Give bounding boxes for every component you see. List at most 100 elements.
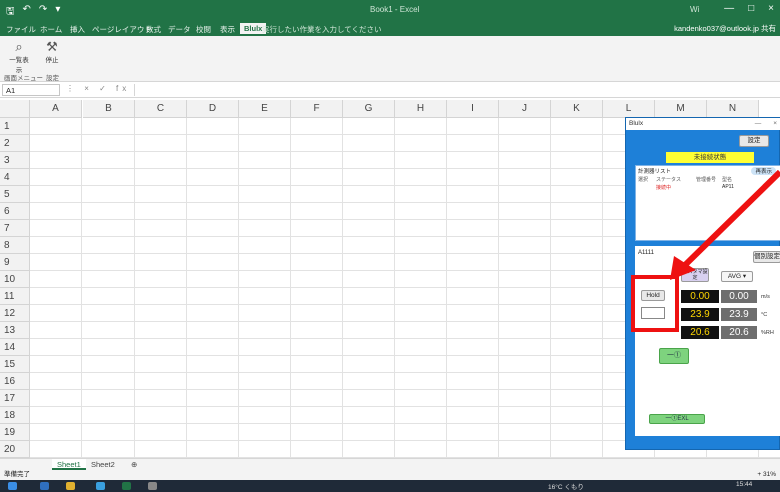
user-initials[interactable]: Wi <box>690 5 699 14</box>
column-header-l[interactable]: L <box>603 100 655 118</box>
row-header-20[interactable]: 20 <box>0 441 30 458</box>
column-gridline <box>134 118 135 460</box>
column-header-k[interactable]: K <box>551 100 603 118</box>
status-ready: 準備完了 <box>4 471 30 478</box>
row-header-17[interactable]: 17 <box>0 390 30 407</box>
tab-formulas[interactable]: 数式 <box>146 24 161 35</box>
row-header-5[interactable]: 5 <box>0 186 30 203</box>
row-header-15[interactable]: 15 <box>0 356 30 373</box>
column-header-m[interactable]: M <box>655 100 707 118</box>
row-header-14[interactable]: 14 <box>0 339 30 356</box>
tab-file[interactable]: ファイル <box>6 24 36 35</box>
ribbon-group-settings: 設定 <box>46 75 59 82</box>
column-header-e[interactable]: E <box>239 100 291 118</box>
weather-label[interactable]: 16°C くもり <box>548 481 584 491</box>
column-gridline <box>446 118 447 460</box>
minimize-button[interactable]: — <box>724 3 734 14</box>
reading-unit-1: m/s <box>761 294 770 300</box>
column-header-d[interactable]: D <box>187 100 239 118</box>
sheet-tab-2[interactable]: Sheet2 <box>86 459 120 470</box>
add-sheet-button[interactable]: ⊕ <box>126 459 142 470</box>
connection-status-button[interactable]: 未接続状態 <box>666 152 754 163</box>
file-explorer-icon[interactable] <box>66 482 75 490</box>
clock[interactable]: 15:44 <box>736 481 752 488</box>
sheet-tab-1[interactable]: Sheet1 <box>52 459 86 470</box>
column-header-b[interactable]: B <box>83 100 135 118</box>
tell-me-search[interactable]: 実行したい作業を入力してください <box>262 24 382 35</box>
column-header-g[interactable]: G <box>343 100 395 118</box>
tab-page-layout[interactable]: ページレイアウト <box>92 24 152 35</box>
tab-home[interactable]: ホーム <box>40 24 62 35</box>
formula-icons: ⋮ × ✓ fx <box>66 84 131 93</box>
row-header-13[interactable]: 13 <box>0 322 30 339</box>
row-header-4[interactable]: 4 <box>0 169 30 186</box>
redo-icon[interactable]: ↷ <box>39 4 47 21</box>
row-header-8[interactable]: 8 <box>0 237 30 254</box>
row-header-7[interactable]: 7 <box>0 220 30 237</box>
account-email[interactable]: kandenko037@outlook.jp 共有 <box>674 23 776 34</box>
reading-value-3: 20.6 <box>681 326 719 339</box>
name-box[interactable]: A1 <box>2 84 60 96</box>
excel-export-button[interactable]: 一①EXL <box>649 414 705 424</box>
column-header-n[interactable]: N <box>707 100 759 118</box>
ribbon-tabs: ファイル ホーム 挿入 ページレイアウト 数式 データ 校閲 表示 Blulx … <box>0 22 780 36</box>
fx-icon[interactable]: fx <box>116 84 130 93</box>
dialog-close-button[interactable]: × <box>773 118 777 130</box>
row-header-3[interactable]: 3 <box>0 152 30 169</box>
windows-start-icon[interactable] <box>8 482 17 490</box>
list-view-button[interactable]: ⌕ 一覧表示 <box>8 40 30 75</box>
excel-export-panel: 一①EXL <box>635 411 780 435</box>
row-header-10[interactable]: 10 <box>0 271 30 288</box>
row-header-12[interactable]: 12 <box>0 305 30 322</box>
close-button[interactable]: × <box>768 3 774 14</box>
column-gridline <box>342 118 343 460</box>
undo-icon[interactable]: ↶ <box>23 4 31 21</box>
save-icon[interactable]: 🖫 <box>6 4 15 21</box>
column-gridline <box>394 118 395 460</box>
tab-view[interactable]: 表示 <box>220 24 235 35</box>
stop-button[interactable]: ⚒ 停止 <box>44 40 60 65</box>
row-header-18[interactable]: 18 <box>0 407 30 424</box>
column-gridline <box>238 118 239 460</box>
row-header-9[interactable]: 9 <box>0 254 30 271</box>
column-gridline <box>550 118 551 460</box>
dialog-title-bar: Blulx — × <box>626 118 780 130</box>
column-gridline <box>602 118 603 460</box>
row-header-19[interactable]: 19 <box>0 424 30 441</box>
select-all-corner[interactable] <box>0 100 30 118</box>
reading-avg-3: 20.6 <box>721 326 757 339</box>
record-button[interactable]: 一① <box>659 348 689 364</box>
column-header-h[interactable]: H <box>395 100 447 118</box>
column-header-j[interactable]: J <box>499 100 551 118</box>
row-header-16[interactable]: 16 <box>0 373 30 390</box>
column-header-a[interactable]: A <box>30 100 82 118</box>
column-header-f[interactable]: F <box>291 100 343 118</box>
tab-insert[interactable]: 挿入 <box>70 24 85 35</box>
reading-unit-2: °C <box>761 312 768 318</box>
column-header-i[interactable]: I <box>447 100 499 118</box>
sheet-tab-bar: Sheet1 Sheet2 ⊕ <box>0 458 780 470</box>
quick-access-toolbar: 🖫 ↶ ↷ ▾ <box>6 4 60 21</box>
tab-data[interactable]: データ <box>168 24 191 35</box>
tab-review[interactable]: 校閲 <box>196 24 211 35</box>
excel-taskbar-icon[interactable] <box>122 482 131 490</box>
window-controls: — □ × <box>724 3 774 14</box>
zoom-level[interactable]: + 31% <box>757 470 776 480</box>
taskbar: 16°C くもり 15:44 <box>0 480 780 492</box>
column-gridline <box>290 118 291 460</box>
title-bar: 🖫 ↶ ↷ ▾ Book1 - Excel Wi — □ × <box>0 0 780 22</box>
column-header-c[interactable]: C <box>135 100 187 118</box>
row-header-1[interactable]: 1 <box>0 118 30 135</box>
app-icon[interactable] <box>148 482 157 490</box>
search-icon[interactable] <box>40 482 49 490</box>
share-button[interactable]: 共有 <box>761 24 776 33</box>
row-header-2[interactable]: 2 <box>0 135 30 152</box>
customize-icon[interactable]: ▾ <box>55 4 60 21</box>
dialog-minimize-button[interactable]: — <box>755 118 762 130</box>
maximize-button[interactable]: □ <box>748 3 754 14</box>
formula-input[interactable] <box>134 84 776 96</box>
edge-icon[interactable] <box>96 482 105 490</box>
settings-button[interactable]: 設定 <box>739 135 769 147</box>
row-header-11[interactable]: 11 <box>0 288 30 305</box>
row-header-6[interactable]: 6 <box>0 203 30 220</box>
